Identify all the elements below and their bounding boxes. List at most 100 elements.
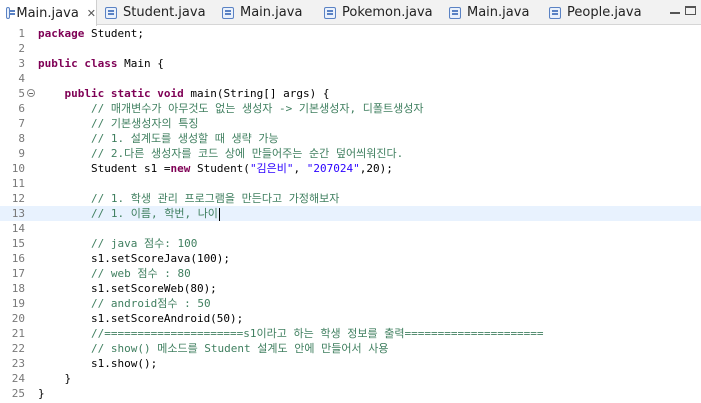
line-number: 21 xyxy=(11,327,25,340)
comment-token: // 1. 설계도를 생성할 때 생략 가능 xyxy=(90,132,279,145)
minimize-icon[interactable] xyxy=(668,5,682,17)
tab-main-java-3[interactable]: Main.java xyxy=(449,0,544,25)
tab-main-java-2[interactable]: Main.java xyxy=(222,0,317,25)
code-line[interactable]: 7 // 기본생성자의 특징 xyxy=(0,116,701,131)
code-text: s1.setScoreWeb(80); xyxy=(38,281,217,296)
code-token: } xyxy=(38,387,45,400)
comment-token: // web 점수 : 80 xyxy=(90,267,191,280)
code-line[interactable]: 3 public class Main { xyxy=(0,56,701,71)
java-file-icon xyxy=(6,7,16,19)
line-number: 19 xyxy=(11,297,25,310)
code-text: package Student; xyxy=(38,26,144,41)
tab-student-java[interactable]: Student.java xyxy=(105,0,215,25)
close-tab-icon[interactable]: ✕ xyxy=(87,7,96,20)
code-line[interactable]: 22 // show() 메소드를 Student 설계도 안에 만들어서 사용 xyxy=(0,341,701,356)
keyword-token: public xyxy=(38,57,78,70)
comment-token: // 매개변수가 아무것도 없는 생성자 -> 기본생성자, 디폴트생성자 xyxy=(90,102,424,115)
line-number: 17 xyxy=(11,267,25,280)
comment-token: // 2.다른 생성자를 코드 상에 만들어주는 순간 덮어씌워진다. xyxy=(90,147,404,160)
comment-token: // show() 메소드를 Student 설계도 안에 만들어서 사용 xyxy=(90,342,389,355)
code-token: Student; xyxy=(84,27,144,40)
keyword-token: class xyxy=(84,57,118,70)
fold-collapse-icon[interactable] xyxy=(27,89,35,97)
line-number: 7 xyxy=(18,117,25,130)
code-text: // 1. 학생 관리 프로그램을 만든다고 가정해보자 xyxy=(38,191,339,206)
comment-token: // 기본생성자의 특징 xyxy=(90,117,199,130)
code-line[interactable]: 15 // java 점수: 100 xyxy=(0,236,701,251)
comment-token: // 1. 학생 관리 프로그램을 만든다고 가정해보자 xyxy=(90,192,340,205)
comment-token: // android점수 : 50 xyxy=(90,297,211,310)
code-editor[interactable]: 1 package Student; 2 3 public class Main {4 5… xyxy=(0,25,701,403)
line-number: 18 xyxy=(11,282,25,295)
maximize-icon[interactable] xyxy=(684,5,698,17)
code-text: public class Main { xyxy=(38,56,164,71)
code-line[interactable]: 11 xyxy=(0,176,701,191)
keyword-token: public xyxy=(64,87,105,100)
line-number: 23 xyxy=(11,357,25,370)
tab-people-java[interactable]: People.java xyxy=(549,0,659,25)
code-text: // 1. 설계도를 생성할 때 생략 가능 xyxy=(38,131,279,146)
line-number: 4 xyxy=(18,72,25,85)
code-line[interactable]: 23 s1.show(); xyxy=(0,356,701,371)
tab-pokemon-java[interactable]: Pokemon.java xyxy=(324,0,434,25)
code-line[interactable]: 16 s1.setScoreJava(100); xyxy=(0,251,701,266)
code-line[interactable]: 12 // 1. 학생 관리 프로그램을 만든다고 가정해보자 xyxy=(0,191,701,206)
java-file-icon xyxy=(549,6,561,19)
keyword-token: new xyxy=(170,162,191,175)
java-file-icon xyxy=(105,6,117,19)
line-number: 6 xyxy=(18,102,25,115)
line-number: 12 xyxy=(11,192,25,205)
code-text: public static void main(String[] args) { xyxy=(38,86,330,101)
code-line[interactable]: 4 xyxy=(0,71,701,86)
code-line[interactable]: 2 xyxy=(0,41,701,56)
editor-tab-bar: Main.java ✕ Student.java Main.java Pokem… xyxy=(0,0,701,26)
line-number: 3 xyxy=(18,57,25,70)
code-line[interactable]: 10 Student s1 =new Student("김은비", "20702… xyxy=(0,161,701,176)
code-line[interactable]: 20 s1.setScoreAndroid(50); xyxy=(0,311,701,326)
tab-label: Pokemon.java xyxy=(342,5,433,20)
code-line[interactable]: 5 public static void main(String[] args)… xyxy=(0,86,701,101)
code-token: Main { xyxy=(117,57,164,70)
code-line[interactable]: 24 } xyxy=(0,371,701,386)
code-text: Student s1 =new Student("김은비", "207024",… xyxy=(38,161,393,176)
code-token: s1.show(); xyxy=(38,357,158,370)
code-text: s1.setScoreAndroid(50); xyxy=(38,311,243,326)
code-line[interactable]: 18 s1.setScoreWeb(80); xyxy=(0,281,701,296)
code-line[interactable]: 1 package Student; xyxy=(0,26,701,41)
line-number: 24 xyxy=(11,372,25,385)
code-line[interactable]: 9 // 2.다른 생성자를 코드 상에 만들어주는 순간 덮어씌워진다. xyxy=(0,146,701,161)
code-line[interactable]: 21 //=====================s1이라고 하는 학생 정보… xyxy=(0,326,701,341)
code-line[interactable]: 19 // android점수 : 50 xyxy=(0,296,701,311)
code-line[interactable]: 17 // web 점수 : 80 xyxy=(0,266,701,281)
comment-token: // 1. 이름, 학번, 나이 xyxy=(90,207,218,220)
line-number: 13 xyxy=(11,207,25,220)
code-line[interactable]: 14 xyxy=(0,221,701,236)
line-number: 8 xyxy=(18,132,25,145)
tab-main-java-active[interactable]: Main.java ✕ xyxy=(0,0,97,26)
code-token: Student( xyxy=(190,162,250,175)
code-text: s1.show(); xyxy=(38,356,157,371)
code-line[interactable]: 6 // 매개변수가 아무것도 없는 생성자 -> 기본생성자, 디폴트생성자 xyxy=(0,101,701,116)
tab-label: Main.java xyxy=(467,5,530,20)
code-token: } xyxy=(38,372,72,385)
code-text: // 2.다른 생성자를 코드 상에 만들어주는 순간 덮어씌워진다. xyxy=(38,146,403,161)
code-line[interactable]: 25} xyxy=(0,386,701,401)
code-token: Student s1 = xyxy=(38,162,171,175)
line-number: 5 xyxy=(18,87,25,100)
code-token: s1.setScoreJava(100); xyxy=(38,252,231,265)
java-file-icon xyxy=(324,6,336,19)
code-text: // web 점수 : 80 xyxy=(38,266,191,281)
code-line[interactable]: 8 // 1. 설계도를 생성할 때 생략 가능 xyxy=(0,131,701,146)
tab-label: Student.java xyxy=(123,5,206,20)
code-line[interactable]: 13 // 1. 이름, 학번, 나이 xyxy=(0,206,701,221)
comment-token: // java 점수: 100 xyxy=(90,237,198,250)
